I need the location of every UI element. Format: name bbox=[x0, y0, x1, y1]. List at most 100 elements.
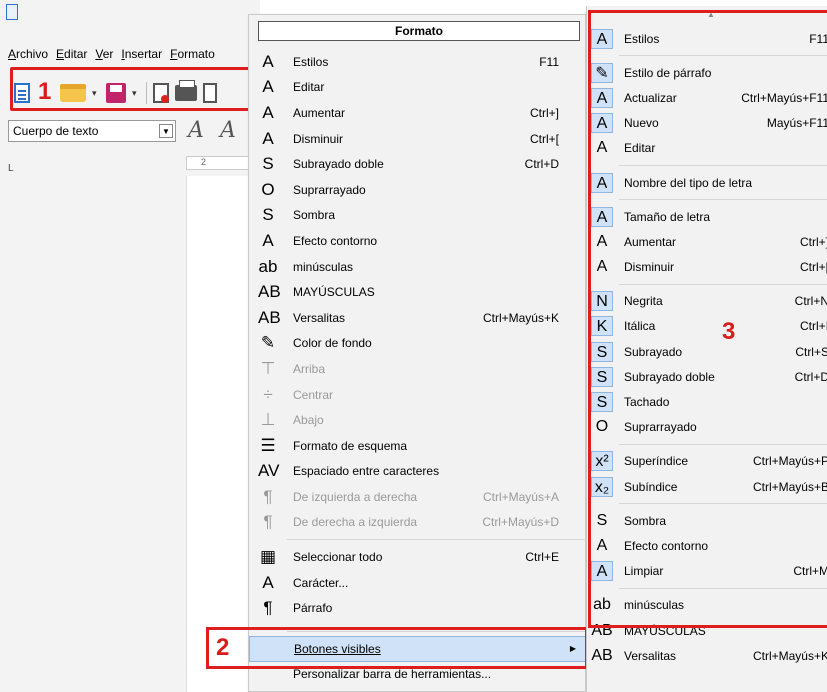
color-fondo-icon: ✎ bbox=[260, 333, 276, 353]
scroll-up-icon[interactable]: ▲ bbox=[707, 10, 715, 19]
visible-buttons-items: A Estilos F11 ✎ Estilo de párrafo A Actualizar… bbox=[587, 26, 827, 668]
visible-button-item[interactable]: AB MAYÚSCULAS bbox=[587, 618, 827, 643]
callout-label-1: 1 bbox=[38, 78, 52, 105]
menu-item-label: Efecto contorno bbox=[293, 233, 378, 248]
formato-menu-item[interactable]: S Sombra bbox=[249, 203, 587, 229]
menu-item-label: Versalitas bbox=[293, 310, 346, 325]
menu-item-label: Tachado bbox=[624, 395, 670, 410]
visible-button-item[interactable]: A Disminuir Ctrl+[ bbox=[587, 255, 827, 280]
visible-button-item[interactable]: S Tachado bbox=[587, 389, 827, 414]
menu-item-label: Suprarrayado bbox=[624, 420, 697, 435]
actualizar-icon: A bbox=[591, 87, 613, 108]
formato-menu-item[interactable]: A Estilos F11 bbox=[249, 49, 587, 75]
visible-button-item[interactable]: AB Versalitas Ctrl+Mayús+K bbox=[587, 643, 827, 668]
menu-item-label: Espaciado entre caracteres bbox=[293, 464, 440, 479]
visible-button-item[interactable]: A Limpiar Ctrl+M bbox=[587, 559, 827, 584]
formato-menu-item[interactable]: O Suprarrayado bbox=[249, 177, 587, 203]
menu-insertar[interactable]: Insertar bbox=[121, 47, 162, 61]
menu-separator bbox=[619, 164, 827, 166]
formato-menu-item[interactable]: A Editar bbox=[249, 75, 587, 101]
formato-menu-item: ÷ Centrar bbox=[249, 382, 587, 408]
formato-menu-item[interactable]: A Aumentar Ctrl+] bbox=[249, 100, 587, 126]
open-dropdown-arrow-icon[interactable]: ▾ bbox=[92, 88, 100, 99]
visible-button-item[interactable]: ✎ Estilo de párrafo bbox=[587, 60, 827, 85]
formato-menu-item[interactable]: ab minúsculas bbox=[249, 254, 587, 280]
new-document-icon[interactable] bbox=[14, 83, 30, 103]
visible-button-item[interactable]: ab minúsculas bbox=[587, 593, 827, 618]
formato-menu-item[interactable]: AV Espaciado entre caracteres bbox=[249, 459, 587, 485]
export-pdf-icon[interactable] bbox=[153, 83, 169, 103]
visible-button-item[interactable]: S Subrayado doble Ctrl+D bbox=[587, 364, 827, 389]
contorno-icon: A bbox=[262, 230, 274, 250]
subindice-icon: x₂ bbox=[591, 476, 613, 497]
visible-button-item[interactable]: S Sombra bbox=[587, 508, 827, 533]
visible-button-item[interactable]: A Efecto contorno bbox=[587, 533, 827, 558]
menu-item-label: Itálica bbox=[624, 319, 656, 334]
menu-item-shortcut: Ctrl+Mayús+D bbox=[482, 515, 559, 530]
menu-item-label: Subrayado doble bbox=[293, 157, 384, 172]
menu-ver[interactable]: Ver bbox=[95, 47, 113, 61]
menu-item-label: Seleccionar todo bbox=[293, 550, 383, 565]
formato-menu-item[interactable]: AB Versalitas Ctrl+Mayús+K bbox=[249, 305, 587, 331]
visible-button-item[interactable]: A Tamaño de letra bbox=[587, 204, 827, 229]
menu-item-shortcut: Ctrl+Mayús+K bbox=[752, 648, 827, 663]
formato-menu-item[interactable]: A Disminuir Ctrl+[ bbox=[249, 126, 587, 152]
menu-item-label: Sombra bbox=[293, 208, 336, 223]
formato-menu-item[interactable]: ✎ Color de fondo bbox=[249, 331, 587, 357]
menu-editar[interactable]: Editar bbox=[56, 47, 87, 61]
save-dropdown-arrow-icon[interactable]: ▾ bbox=[132, 88, 140, 99]
seleccionar-todo-icon: ▦ bbox=[259, 547, 277, 567]
visible-button-item[interactable]: x₂ Subíndice Ctrl+Mayús+B bbox=[587, 474, 827, 499]
menu-item-label: Arriba bbox=[293, 361, 326, 376]
abajo-icon: ⊥ bbox=[260, 410, 276, 430]
formato-menu-item[interactable]: ¶ Párrafo bbox=[249, 595, 587, 621]
personalizar-item[interactable]: Personalizar barra de herramientas... bbox=[249, 662, 587, 688]
formato-menu-item[interactable]: A Efecto contorno bbox=[249, 228, 587, 254]
menu-separator bbox=[619, 443, 827, 445]
formato-menu-item[interactable]: A Carácter... bbox=[249, 570, 587, 596]
open-folder-icon[interactable] bbox=[60, 84, 86, 102]
visible-button-item[interactable]: A Nuevo Mayús+F11 bbox=[587, 111, 827, 136]
menu-item-shortcut: Mayús+F11 bbox=[766, 116, 827, 131]
formato-menu-item[interactable]: ☰ Formato de esquema bbox=[249, 433, 587, 459]
menu-item-label: Párrafo bbox=[293, 601, 333, 616]
formato-menu-item[interactable]: S Subrayado doble Ctrl+D bbox=[249, 151, 587, 177]
tab-stop-marker[interactable]: L bbox=[8, 163, 14, 174]
formato-menu-item[interactable]: ▦ Seleccionar todo Ctrl+E bbox=[249, 544, 587, 570]
botones-visibles-item[interactable]: Botones visibles ▶ bbox=[249, 636, 587, 662]
tamano-letra-icon: A bbox=[591, 206, 613, 227]
new-style-icon[interactable]: A bbox=[220, 118, 236, 143]
menu-item-label: Editar bbox=[293, 80, 325, 95]
menu-item-shortcut: Ctrl+[ bbox=[799, 260, 827, 275]
centrar-icon: ÷ bbox=[263, 384, 273, 404]
visible-button-item[interactable]: A Estilos F11 bbox=[587, 26, 827, 51]
menu-item-label: Estilos bbox=[624, 31, 660, 46]
menu-item-shortcut: Ctrl+D bbox=[524, 157, 559, 172]
visible-button-item[interactable]: A Aumentar Ctrl+] bbox=[587, 229, 827, 254]
formato-menu-items: A Estilos F11 A Editar A Aumentar Ctrl+] A Dismin… bbox=[249, 49, 587, 687]
visible-button-item[interactable]: O Suprarrayado bbox=[587, 415, 827, 440]
visible-button-item[interactable]: A Nombre del tipo de letra bbox=[587, 170, 827, 195]
paragraph-style-combo[interactable]: Cuerpo de texto ▼ bbox=[8, 120, 176, 142]
menu-item-shortcut: Ctrl+Mayús+F11 bbox=[741, 90, 827, 105]
menu-item-shortcut: Ctrl+N bbox=[794, 294, 827, 309]
negrita-icon: N bbox=[591, 291, 613, 312]
editar-icon: A bbox=[596, 139, 608, 157]
visible-button-item[interactable]: N Negrita Ctrl+N bbox=[587, 289, 827, 314]
visible-button-item[interactable]: A Actualizar Ctrl+Mayús+F11 bbox=[587, 85, 827, 110]
visible-button-item[interactable]: x² Superíndice Ctrl+Mayús+P bbox=[587, 449, 827, 474]
menu-item-shortcut: Ctrl+Mayús+B bbox=[752, 479, 827, 494]
formato-menu-item[interactable]: AB MAYÚSCULAS bbox=[249, 279, 587, 305]
visible-button-item[interactable]: K Itálica Ctrl+I bbox=[587, 314, 827, 339]
menu-item-shortcut: Ctrl+] bbox=[529, 105, 559, 120]
menu-archivo[interactable]: Archivo bbox=[8, 47, 48, 61]
visible-button-item[interactable]: A Editar bbox=[587, 136, 827, 161]
print-preview-icon[interactable] bbox=[203, 83, 217, 103]
visible-button-item[interactable]: S Subrayado Ctrl+S bbox=[587, 339, 827, 364]
save-icon[interactable] bbox=[106, 83, 126, 103]
callout-label-2: 2 bbox=[216, 634, 230, 661]
update-style-icon[interactable]: A bbox=[188, 118, 204, 143]
print-icon[interactable] bbox=[175, 80, 197, 101]
menu-formato[interactable]: Formato bbox=[170, 47, 215, 61]
chevron-down-icon[interactable]: ▼ bbox=[159, 124, 173, 138]
